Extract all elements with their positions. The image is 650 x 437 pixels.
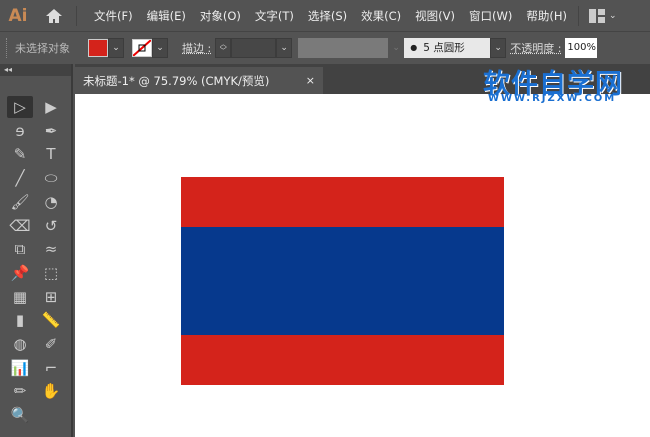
flag-artwork[interactable] [181,177,504,385]
fill-dropdown[interactable]: ⌄ [108,37,124,58]
brush-dropdown[interactable]: ⌄ [490,37,507,58]
hand-tool-icon[interactable]: ✋ [38,380,64,402]
blob-brush-tool-icon[interactable]: ◔ [38,191,64,213]
app-logo: Ai [8,5,28,26]
zoom-tool-icon[interactable]: 🔍 [7,404,33,426]
ellipse-tool-icon[interactable]: ⬭ [38,167,64,189]
menu-select[interactable]: 选择(S) [301,8,354,24]
scale-tool-icon[interactable]: ⧉ [7,238,33,260]
lasso-tool-icon[interactable]: ɘ [7,120,33,142]
paintbrush-tool-icon[interactable]: 🖌 [7,191,33,213]
line-tool-icon[interactable]: ╱ [7,167,33,189]
tools-panel: ◂◂ ▷ ▶ ɘ ✒ ✎ T ╱ ⬭ 🖌 ◔ ⌫ ↺ ⧉ ≈ 📌 ⬚ ▦ ⊞ ▮ 📏 ◍ ✐ 📊 ⌐ ✏ ✋ 🔍 [0,64,73,437]
perspective-grid-tool-icon[interactable]: ▦ [7,286,33,308]
measure-tool-icon[interactable]: 📏 [38,309,64,331]
menu-file[interactable]: 文件(F) [87,8,140,24]
top-red-stripe[interactable] [181,177,504,227]
middle-blue-stripe[interactable] [181,227,504,335]
workspace-switcher-icon[interactable]: ⌄ [588,8,617,23]
type-tool-icon[interactable]: T [38,143,64,165]
artboard-tool-icon[interactable]: ⌐ [38,357,64,379]
rotate-tool-icon[interactable]: ↺ [38,215,64,237]
stroke-weight-input[interactable] [231,37,277,58]
opacity-input[interactable]: 100% [565,37,598,58]
stroke-swatch[interactable] [132,38,152,57]
document-tab[interactable]: 未标题-1* @ 75.79% (CMYK/预览) × [75,67,323,94]
eraser-tool-icon[interactable]: ⌫ [7,215,33,237]
watermark-url: WWW.RJZXW.COM [488,93,617,104]
stroke-weight-dropdown[interactable]: ⌄ [276,37,293,58]
gradient-tool-icon[interactable]: ▮ [7,309,33,331]
stroke-weight-stepper[interactable]: ︿ ﹀ [215,37,232,58]
free-transform-tool-icon[interactable]: ⬚ [38,262,64,284]
pencil-tool-icon[interactable]: ✏ [7,380,33,402]
variable-width-profile[interactable] [298,37,389,58]
menu-type[interactable]: 文字(T) [248,8,301,24]
profile-dropdown[interactable]: ⌄ [388,37,405,58]
home-icon[interactable] [36,8,72,24]
selection-status: 未选择对象 [15,41,70,55]
warp-tool-icon[interactable]: ≈ [38,238,64,260]
mesh-tool-icon[interactable]: ⊞ [38,286,64,308]
menu-view[interactable]: 视图(V) [408,8,462,24]
brush-label: 5 点圆形 [423,42,465,54]
artboard-canvas[interactable] [75,94,650,437]
selection-tool-icon[interactable]: ▷ [7,96,33,118]
control-bar: 未选择对象 ⌄ ⌄ 描边 : ︿ ﹀ ⌄ ⌄ ● 5 点圆形 ⌄ 不透明度 : 10… [0,31,650,63]
curvature-tool-icon[interactable]: ✎ [7,143,33,165]
shape-builder-tool-icon[interactable]: ◍ [7,333,33,355]
opacity-label[interactable]: 不透明度 : [510,40,561,56]
menu-effect[interactable]: 效果(C) [354,8,408,24]
stroke-dropdown[interactable]: ⌄ [152,37,168,58]
fill-swatch[interactable] [88,38,108,57]
menu-help[interactable]: 帮助(H) [519,8,574,24]
puppet-warp-tool-icon[interactable]: 📌 [7,262,33,284]
graph-tool-icon[interactable]: 📊 [7,357,33,379]
brush-definition[interactable]: ● 5 点圆形 [404,37,491,58]
eyedropper-tool-icon[interactable]: ✐ [38,333,64,355]
close-tab-icon[interactable]: × [306,74,315,87]
menu-window[interactable]: 窗口(W) [462,8,519,24]
menu-object[interactable]: 对象(O) [193,8,248,24]
stroke-label[interactable]: 描边 : [182,40,211,56]
menu-edit[interactable]: 编辑(E) [140,8,193,24]
collapse-panel-icon[interactable]: ◂◂ [0,64,71,76]
menu-bar: Ai 文件(F) 编辑(E) 对象(O) 文字(T) 选择(S) 效果(C) 视… [0,0,650,31]
bottom-red-stripe[interactable] [181,335,504,385]
pen-tool-icon[interactable]: ✒ [38,120,64,142]
document-tab-title: 未标题-1* @ 75.79% (CMYK/预览) [83,73,270,88]
direct-selection-tool-icon[interactable]: ▶ [38,96,64,118]
